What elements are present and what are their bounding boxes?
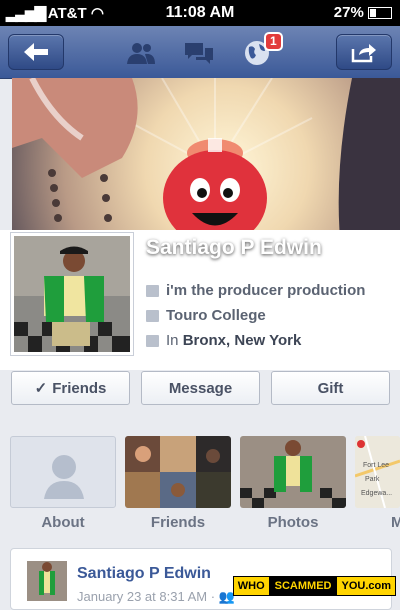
education-info: Touro College [146,307,266,324]
map-tile[interactable]: Fort Lee Park Edgewa... [355,436,400,508]
post-author-avatar[interactable] [27,561,67,601]
profile-picture[interactable] [10,232,134,356]
battery-icon [368,7,392,20]
home-icon [146,334,159,347]
about-tile[interactable] [10,436,116,508]
friend-requests-icon[interactable] [124,38,158,68]
notification-badge: 1 [264,32,283,51]
photos-thumbnail-image [240,436,346,508]
briefcase-icon [146,284,159,297]
status-bar: ▂▃▅▇ AT&T ◠ 11:08 AM 27% [0,0,400,26]
photos-tile-label: Photos [267,514,319,531]
checkmark-icon: ✓ [34,380,48,397]
about-tile-label: About [41,514,85,531]
friends-tile[interactable] [125,436,231,508]
profile-sections-strip: About Friends Photos Fort Lee Park Edgew… [0,436,400,536]
photos-tile[interactable] [240,436,346,508]
back-arrow-icon [24,43,48,61]
friends-tile-label: Friends [150,514,206,531]
profile-photo-image [14,236,130,352]
friends-collage-image [125,436,231,508]
share-button[interactable] [336,34,392,70]
post-timestamp: January 23 at 8:31 AM · 👥 [77,589,235,604]
back-button[interactable] [8,34,64,70]
battery-indicator: 27% [334,4,392,21]
gift-button[interactable]: Gift [271,371,390,405]
message-button[interactable]: Message [141,371,260,405]
top-navigation-bar: 1 [0,26,400,79]
messages-icon[interactable] [182,38,216,68]
post-author-name[interactable]: Santiago P Edwin [77,565,211,583]
profile-name: Santiago P Edwin [146,236,322,259]
location-link[interactable]: Bronx, New York [183,332,302,349]
school-icon [146,309,159,322]
map-image [355,436,400,508]
person-silhouette-icon [44,455,84,499]
location-info: In Bronx, New York [146,332,301,349]
more-tile-label: M [391,514,400,531]
watermark-logo: WHO SCAMMED YOU.com [232,576,396,596]
share-icon [351,44,376,63]
friends-button[interactable]: ✓ Friends [11,371,130,405]
work-info: i'm the producer production [146,282,365,299]
